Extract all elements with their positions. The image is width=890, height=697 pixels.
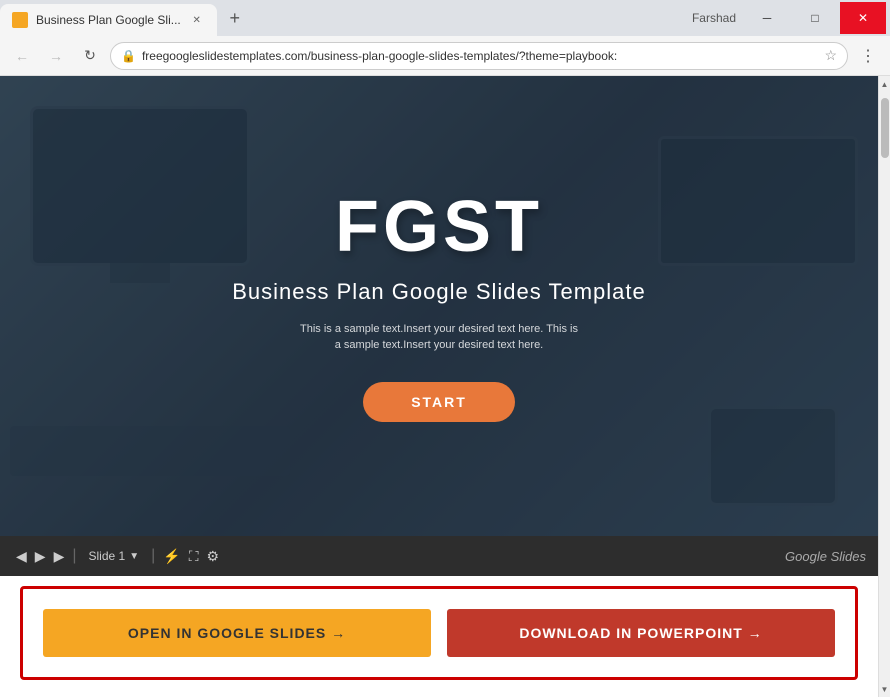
titlebar: Business Plan Google Sli... ✕ + Farshad … xyxy=(0,0,890,36)
slide-subtitle: This is a sample text.Insert your desire… xyxy=(299,321,579,354)
settings-button[interactable]: ⚙ xyxy=(207,548,220,565)
scroll-thumb[interactable] xyxy=(881,98,889,158)
lightning-button[interactable]: ⚡ xyxy=(163,548,180,565)
bookmark-icon[interactable]: ☆ xyxy=(824,47,837,64)
refresh-button[interactable]: ↻ xyxy=(76,42,104,70)
forward-icon: → xyxy=(49,48,63,64)
slide-dropdown-arrow[interactable]: ▼ xyxy=(129,551,139,562)
close-button[interactable]: ✕ xyxy=(840,2,886,34)
user-name: Farshad xyxy=(684,11,744,25)
back-icon: ← xyxy=(15,48,29,64)
scroll-up-arrow[interactable]: ▲ xyxy=(879,76,890,92)
prev-slide-button[interactable]: ◀ xyxy=(16,548,27,565)
chrome-menu-button[interactable]: ⋮ xyxy=(854,42,882,70)
refresh-icon: ↻ xyxy=(84,47,96,64)
open-in-google-slides-button[interactable]: OPEN IN GOOGLE SLIDES → xyxy=(43,609,431,657)
page-content: FGST Business Plan Google Slides Templat… xyxy=(0,76,878,697)
address-text: freegoogleslidestemplates.com/business-p… xyxy=(142,49,818,63)
tab-favicon xyxy=(12,12,28,28)
tab-close-button[interactable]: ✕ xyxy=(189,12,205,28)
scroll-down-arrow[interactable]: ▼ xyxy=(879,681,890,697)
slide-frame: FGST Business Plan Google Slides Templat… xyxy=(0,76,878,536)
slide-content: FGST Business Plan Google Slides Templat… xyxy=(0,76,878,536)
scroll-track[interactable] xyxy=(879,92,890,681)
download-in-powerpoint-button[interactable]: DOWNLOAD IN POWERPOINT → xyxy=(447,609,835,657)
addressbar: ← → ↻ 🔒 freegoogleslidestemplates.com/bu… xyxy=(0,36,890,76)
content-area: FGST Business Plan Google Slides Templat… xyxy=(0,76,890,697)
slide-container: FGST Business Plan Google Slides Templat… xyxy=(0,76,878,576)
forward-button[interactable]: → xyxy=(42,42,70,70)
slide-title: Business Plan Google Slides Template xyxy=(232,279,645,305)
divider2: | xyxy=(151,547,155,565)
new-tab-button[interactable]: + xyxy=(221,4,249,32)
new-tab-area: + xyxy=(217,0,684,36)
window-controls: ─ □ ✕ xyxy=(744,0,890,36)
minimize-button[interactable]: ─ xyxy=(744,2,790,34)
active-tab[interactable]: Business Plan Google Sli... ✕ xyxy=(0,4,217,36)
scrollbar[interactable]: ▲ ▼ xyxy=(878,76,890,697)
menu-dots-icon: ⋮ xyxy=(860,46,876,66)
divider: | xyxy=(72,547,76,565)
lock-icon: 🔒 xyxy=(121,49,136,63)
browser-window: Business Plan Google Sli... ✕ + Farshad … xyxy=(0,0,890,697)
maximize-button[interactable]: □ xyxy=(792,2,838,34)
tab-title: Business Plan Google Sli... xyxy=(36,13,181,27)
back-button[interactable]: ← xyxy=(8,42,36,70)
address-box[interactable]: 🔒 freegoogleslidestemplates.com/business… xyxy=(110,42,848,70)
slide-logo: FGST xyxy=(335,191,543,263)
slide-label: Slide 1 ▼ xyxy=(89,549,140,563)
slide-controls-bar: ◀ ▶ ▶ | Slide 1 ▼ | ⚡ ⛶ ⚙ Google Slides xyxy=(0,536,878,576)
google-slides-label: Google Slides xyxy=(785,549,866,564)
page-bottom-spacer xyxy=(0,690,878,697)
fullscreen-button[interactable]: ⛶ xyxy=(189,548,199,565)
cta-section: OPEN IN GOOGLE SLIDES → DOWNLOAD IN POWE… xyxy=(20,586,858,680)
next-slide-button[interactable]: ▶ xyxy=(54,548,65,565)
play-button[interactable]: ▶ xyxy=(35,548,46,565)
start-button[interactable]: START xyxy=(363,382,515,422)
